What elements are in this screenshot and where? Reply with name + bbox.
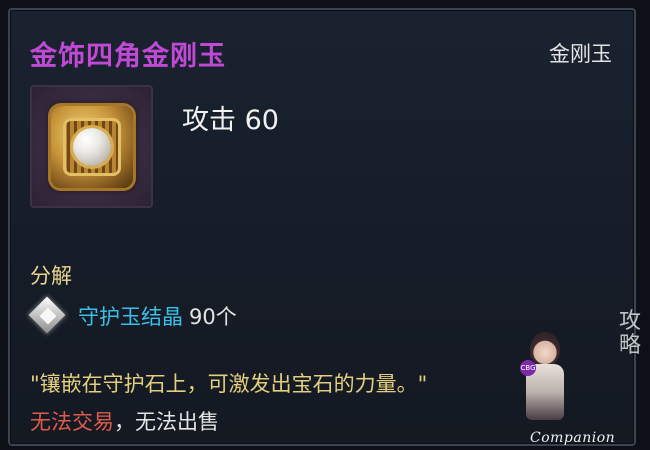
- material-count: 90个: [189, 305, 237, 329]
- pearl-icon: [73, 128, 111, 166]
- guardian-crystal-icon: [28, 296, 68, 336]
- item-category: 金刚玉: [549, 42, 612, 66]
- disassemble-material: 守护玉结晶 90个: [28, 296, 237, 336]
- item-name: 金饰四角金刚玉: [30, 41, 226, 72]
- trade-restrictions: 无法交易，无法出售: [30, 406, 219, 436]
- material-name: 守护玉结晶: [78, 305, 183, 329]
- trade-separator: ，: [114, 410, 135, 434]
- no-sell-label: 无法出售: [135, 410, 219, 434]
- item-icon-frame: [30, 85, 153, 208]
- disassemble-label: 分解: [30, 264, 72, 288]
- gold-jewel-pearl-icon: [51, 106, 133, 188]
- item-description: "镶嵌在守护石上，可激发出宝石的力量。": [30, 372, 428, 396]
- item-stat-attack: 攻击 60: [182, 105, 279, 136]
- item-tooltip: 金饰四角金刚玉 金刚玉 攻击 60 分解 守护玉结晶 90个 "镶嵌在守护石上，…: [8, 8, 636, 446]
- no-trade-label: 无法交易: [30, 410, 114, 434]
